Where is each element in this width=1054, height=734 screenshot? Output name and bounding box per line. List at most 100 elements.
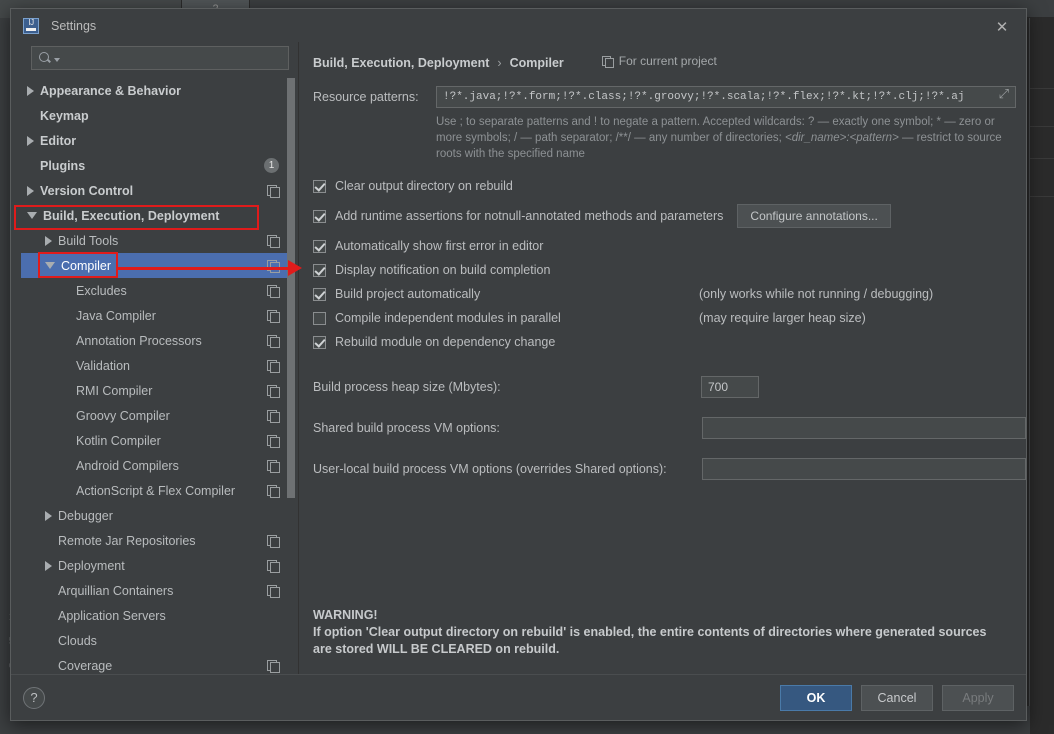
chevron-right-icon[interactable] xyxy=(27,135,34,146)
project-scope-icon xyxy=(267,234,280,248)
footer-buttons: OK Cancel Apply xyxy=(780,684,1014,711)
sidebar-item-label: Build, Execution, Deployment xyxy=(43,208,220,223)
apply-button[interactable]: Apply xyxy=(942,684,1014,711)
tree-indent-spacer xyxy=(27,165,34,166)
heap-size-input[interactable] xyxy=(701,376,759,398)
sidebar-item-application-servers[interactable]: Application Servers xyxy=(21,603,287,628)
sidebar-item-android-compilers[interactable]: Android Compilers xyxy=(21,453,287,478)
chevron-right-icon[interactable] xyxy=(45,510,52,521)
sidebar-item-plugins[interactable]: Plugins 1 xyxy=(21,153,287,178)
breadcrumb-parent[interactable]: Build, Execution, Deployment xyxy=(313,56,489,70)
search-icon xyxy=(38,51,52,65)
add-runtime-assertions-for-notnull-annotated-methods-and-parameters-label[interactable]: Add runtime assertions for notnull-annot… xyxy=(335,209,723,223)
build-project-automatically-checkbox[interactable] xyxy=(313,287,326,301)
sidebar-item-arquillian-containers[interactable]: Arquillian Containers xyxy=(21,578,287,603)
project-scope-icon xyxy=(267,359,280,373)
shared-vm-label: Shared build process VM options: xyxy=(313,421,500,435)
sidebar-item-label: Version Control xyxy=(40,183,134,198)
sidebar-item-build-tools[interactable]: Build Tools xyxy=(21,228,287,253)
sidebar-item-label: Editor xyxy=(40,133,77,148)
dialog-title-bar: Settings ✕ xyxy=(11,9,1026,42)
cancel-button[interactable]: Cancel xyxy=(861,684,933,711)
search-box[interactable] xyxy=(31,46,289,70)
sidebar-item-compiler[interactable]: Compiler xyxy=(21,253,287,278)
display-notification-on-build-completion-checkbox[interactable] xyxy=(313,263,326,277)
settings-tree[interactable]: Appearance & Behavior Keymap Editor Plugins… xyxy=(21,78,299,674)
sidebar-item-clouds[interactable]: Clouds xyxy=(21,628,287,653)
search-input[interactable] xyxy=(60,50,282,66)
sidebar-item-label: Annotation Processors xyxy=(76,333,202,348)
project-scope-icon xyxy=(267,334,280,348)
automatically-show-first-error-in-editor-label[interactable]: Automatically show first error in editor xyxy=(335,239,543,253)
chevron-right-icon[interactable] xyxy=(45,560,52,571)
compile-independent-modules-in-parallel-checkbox[interactable] xyxy=(313,311,326,325)
compiler-options-list: Clear output directory on rebuild Add run… xyxy=(313,174,1016,354)
sidebar-item-remote-jar-repositories[interactable]: Remote Jar Repositories xyxy=(21,528,287,553)
user-vm-row: User-local build process VM options (ove… xyxy=(313,458,1026,480)
sidebar-item-annotation-processors[interactable]: Annotation Processors xyxy=(21,328,287,353)
warning-line-1: If option 'Clear output directory on reb… xyxy=(313,625,987,639)
sidebar-item-actionscript-flex-compiler[interactable]: ActionScript & Flex Compiler xyxy=(21,478,287,503)
sidebar-item-excludes[interactable]: Excludes xyxy=(21,278,287,303)
sidebar-item-label: Appearance & Behavior xyxy=(40,83,182,98)
sidebar-item-label: ActionScript & Flex Compiler xyxy=(76,483,236,498)
project-scope-icon xyxy=(267,484,280,498)
sidebar-item-appearance-behavior[interactable]: Appearance & Behavior xyxy=(21,78,287,103)
clear-output-directory-on-rebuild-label[interactable]: Clear output directory on rebuild xyxy=(335,179,513,193)
sidebar-item-build-execution-deployment[interactable]: Build, Execution, Deployment xyxy=(21,203,287,228)
build-project-automatically-row: Build project automatically (only works w… xyxy=(313,282,1016,306)
hint-line-2c: — restrict to xyxy=(898,132,964,144)
sidebar-item-label: RMI Compiler xyxy=(76,383,153,398)
compile-independent-modules-in-parallel-label[interactable]: Compile independent modules in parallel xyxy=(335,311,561,325)
warning-line-2: are stored WILL BE CLEARED on rebuild. xyxy=(313,642,560,656)
clear-output-directory-on-rebuild-checkbox[interactable] xyxy=(313,179,326,193)
rebuild-module-on-dependency-change-label[interactable]: Rebuild module on dependency change xyxy=(335,335,555,349)
chevron-down-icon[interactable] xyxy=(45,262,55,269)
sidebar-item-debugger[interactable]: Debugger xyxy=(21,503,287,528)
sidebar-item-java-compiler[interactable]: Java Compiler xyxy=(21,303,287,328)
chevron-down-icon[interactable] xyxy=(27,212,37,219)
display-notification-on-build-completion-label[interactable]: Display notification on build completion xyxy=(335,263,550,277)
add-runtime-assertions-for-notnull-annotated-methods-and-parameters-checkbox[interactable] xyxy=(313,209,326,223)
project-scope-icon xyxy=(267,534,280,548)
project-scope-icon xyxy=(267,584,280,598)
chevron-right-icon[interactable] xyxy=(27,185,34,196)
sidebar-scrollbar[interactable] xyxy=(287,78,297,674)
search-container xyxy=(21,42,299,78)
configure-annotations-button[interactable]: Configure annotations... xyxy=(737,204,891,228)
resource-patterns-field[interactable]: !?*.java;!?*.form;!?*.class;!?*.groovy;!… xyxy=(436,86,1016,108)
project-scope-icon xyxy=(267,284,280,298)
chevron-right-icon[interactable] xyxy=(45,235,52,246)
expand-editor-icon[interactable] xyxy=(997,86,1009,103)
sidebar-item-keymap[interactable]: Keymap xyxy=(21,103,287,128)
sidebar-item-label: Plugins xyxy=(40,158,86,173)
project-scope-icon xyxy=(267,559,280,573)
user-vm-input[interactable] xyxy=(702,458,1026,480)
tree-indent-spacer xyxy=(63,490,70,491)
help-button[interactable]: ? xyxy=(23,686,45,709)
build-project-automatically-label[interactable]: Build project automatically xyxy=(335,287,480,301)
sidebar-item-deployment[interactable]: Deployment xyxy=(21,553,287,578)
sidebar-scrollbar-thumb[interactable] xyxy=(287,78,295,498)
project-scope-icon xyxy=(267,184,280,198)
sidebar-item-kotlin-compiler[interactable]: Kotlin Compiler xyxy=(21,428,287,453)
resource-patterns-label: Resource patterns: xyxy=(313,90,419,104)
close-icon[interactable]: ✕ xyxy=(988,17,1016,37)
project-scope-icon xyxy=(267,659,280,673)
sidebar-item-validation[interactable]: Validation xyxy=(21,353,287,378)
automatically-show-first-error-in-editor-checkbox[interactable] xyxy=(313,239,326,253)
sidebar-item-groovy-compiler[interactable]: Groovy Compiler xyxy=(21,403,287,428)
build-project-automatically-note: (only works while not running / debuggin… xyxy=(699,287,934,301)
sidebar-item-badge: 1 xyxy=(264,158,279,173)
sidebar-item-version-control[interactable]: Version Control xyxy=(21,178,287,203)
hint-line-2a: more symbols; / — path separator; /**/ —… xyxy=(436,132,785,144)
shared-vm-input[interactable] xyxy=(702,417,1026,439)
sidebar-item-coverage[interactable]: Coverage xyxy=(21,653,287,674)
resource-patterns-value[interactable]: !?*.java;!?*.form;!?*.class;!?*.groovy;!… xyxy=(443,91,993,103)
right-tool-panel xyxy=(1030,18,1054,734)
ok-button[interactable]: OK xyxy=(780,684,852,711)
sidebar-item-editor[interactable]: Editor xyxy=(21,128,287,153)
rebuild-module-on-dependency-change-checkbox[interactable] xyxy=(313,335,326,349)
sidebar-item-rmi-compiler[interactable]: RMI Compiler xyxy=(21,378,287,403)
chevron-right-icon[interactable] xyxy=(27,85,34,96)
